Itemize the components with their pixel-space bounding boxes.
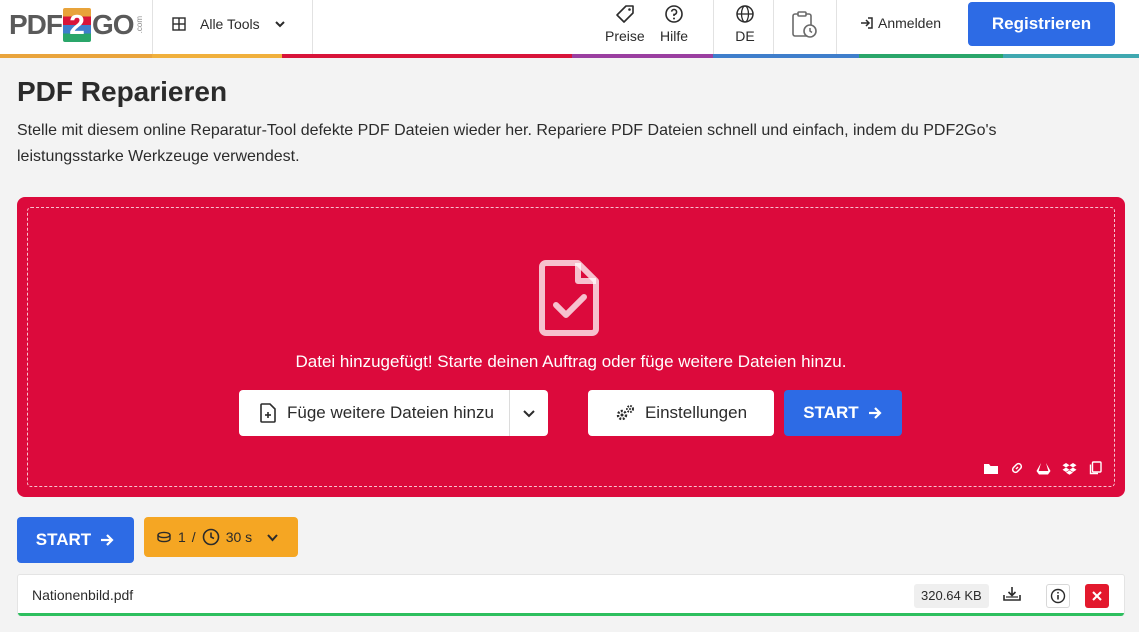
credits-count: 1	[178, 529, 186, 545]
header-divider	[713, 0, 714, 54]
logo-text-right: GO	[92, 9, 135, 40]
file-info-button[interactable]	[1046, 584, 1070, 608]
file-name: Nationenbild.pdf	[32, 587, 134, 603]
link-icon[interactable]	[1009, 461, 1025, 475]
register-button[interactable]: Registrieren	[968, 2, 1115, 46]
coin-icon	[157, 531, 171, 543]
file-plus-icon	[260, 403, 276, 423]
upload-progress-bar	[18, 613, 1124, 616]
add-files-main[interactable]: Füge weitere Dateien hinzu	[239, 403, 509, 423]
download-icon[interactable]	[1002, 585, 1022, 607]
settings-button[interactable]: Einstellungen	[588, 390, 774, 436]
start-button-dropzone[interactable]: START	[784, 390, 902, 436]
arrow-right-icon	[868, 407, 882, 419]
nav-language-label: DE	[735, 28, 755, 44]
chevron-down-icon	[267, 533, 278, 541]
all-tools-label: Alle Tools	[200, 16, 260, 32]
start-label: START	[35, 530, 92, 549]
tag-icon	[616, 5, 634, 23]
chevron-down-icon	[274, 21, 285, 28]
header-divider	[773, 0, 774, 54]
credits-dropdown[interactable]: 1 / 30 s	[144, 517, 298, 557]
google-drive-icon[interactable]	[1035, 461, 1051, 475]
header-divider	[152, 0, 153, 54]
file-size: 320.64 KB	[914, 584, 989, 608]
gears-icon	[616, 405, 634, 421]
file-delete-button[interactable]	[1085, 584, 1109, 608]
upload-dropzone[interactable]: Datei hinzugefügt! Starte deinen Auftrag…	[17, 197, 1125, 497]
page-description: Stelle mit diesem online Reparatur-Tool …	[17, 122, 997, 165]
settings-label: Einstellungen	[644, 403, 748, 422]
nav-help-label: Hilfe	[660, 28, 689, 44]
nav-prices-label: Preise	[605, 28, 645, 44]
folder-icon[interactable]	[983, 461, 999, 475]
add-files-button[interactable]: Füge weitere Dateien hinzu	[239, 390, 548, 436]
nav-help[interactable]: Hilfe	[660, 4, 688, 44]
logo-text-middle: 2	[69, 9, 85, 40]
credits-separator: /	[191, 529, 196, 545]
clock-icon	[202, 528, 219, 546]
start-button[interactable]: START	[17, 517, 134, 563]
add-files-label: Füge weitere Dateien hinzu	[287, 403, 494, 422]
globe-icon	[736, 5, 754, 23]
header-color-bar	[0, 54, 1139, 58]
logo-suffix: .com	[134, 16, 144, 34]
login-label: Anmelden	[878, 15, 942, 31]
pdf2go-logo[interactable]: PDF 2 GO .com	[9, 6, 144, 44]
nav-language[interactable]: DE	[735, 4, 755, 44]
chevron-down-icon	[523, 410, 535, 418]
logo-two-block: 2	[63, 8, 91, 42]
close-icon	[1092, 591, 1102, 601]
dropzone-border	[27, 207, 1115, 487]
header-divider	[836, 0, 837, 54]
logo-text-left: PDF	[9, 9, 63, 40]
question-icon	[665, 5, 683, 23]
login-icon	[861, 17, 873, 29]
file-row: Nationenbild.pdf 320.64 KB	[17, 574, 1125, 616]
add-files-dropdown-toggle[interactable]	[510, 390, 548, 436]
grid-icon	[172, 17, 186, 31]
credits-time: 30 s	[225, 529, 253, 545]
file-check-icon	[539, 260, 599, 336]
all-tools-menu[interactable]: Alle Tools	[172, 0, 286, 48]
dropzone-message: Datei hinzugefügt! Starte deinen Auftrag…	[295, 352, 847, 371]
start-label: START	[803, 403, 859, 422]
clipboard-icon[interactable]	[1087, 461, 1103, 475]
history-button[interactable]	[789, 10, 819, 44]
clipboard-clock-icon	[792, 11, 817, 38]
header-divider	[312, 0, 313, 54]
info-icon	[1050, 588, 1066, 604]
upload-source-icons	[973, 461, 1103, 475]
dropbox-icon[interactable]	[1061, 461, 1077, 475]
arrow-right-icon	[101, 534, 114, 546]
header: PDF 2 GO .com Alle Tools Preise Hilfe DE…	[0, 0, 1139, 54]
nav-prices[interactable]: Preise	[605, 4, 645, 44]
login-link[interactable]: Anmelden	[860, 15, 941, 31]
page-title: PDF Reparieren	[17, 76, 228, 107]
